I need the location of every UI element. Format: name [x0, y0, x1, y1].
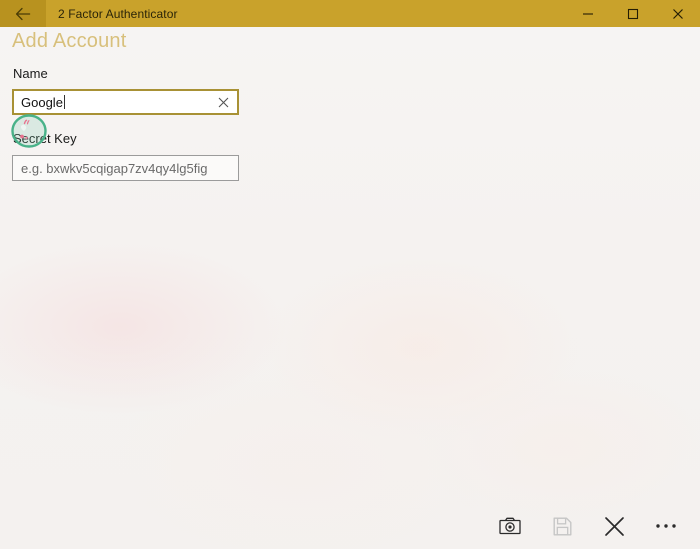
- secret-key-field-label: Secret Key: [13, 131, 77, 146]
- maximize-icon: [627, 8, 639, 20]
- page-content: Add Account Name Google Secret Key e.g. …: [0, 27, 700, 549]
- title-bar: 2 Factor Authenticator: [0, 0, 700, 27]
- scan-qr-camera-button[interactable]: [484, 506, 536, 546]
- close-button[interactable]: [655, 0, 700, 27]
- minimize-button[interactable]: [565, 0, 610, 27]
- window-title: 2 Factor Authenticator: [58, 6, 178, 21]
- window-controls: [565, 0, 700, 27]
- clear-name-button[interactable]: [210, 91, 236, 113]
- back-button[interactable]: [0, 0, 46, 27]
- app-window: 2 Factor Authenticator Add Account Name …: [0, 0, 700, 549]
- back-arrow-icon: [15, 7, 31, 21]
- secret-key-placeholder: e.g. bxwkv5cqigap7zv4qy4lg5fig: [21, 160, 208, 176]
- more-options-button[interactable]: [640, 506, 692, 546]
- minimize-icon: [582, 8, 594, 20]
- close-icon: [672, 8, 684, 20]
- camera-icon: [499, 517, 521, 535]
- ellipsis-icon: [655, 523, 677, 529]
- maximize-button[interactable]: [610, 0, 655, 27]
- name-input-value-wrap: Google: [14, 94, 210, 110]
- page-title: Add Account: [12, 30, 127, 52]
- command-bar: [0, 503, 700, 549]
- name-input[interactable]: Google: [12, 89, 239, 115]
- clear-x-icon: [218, 97, 229, 108]
- secret-key-input[interactable]: e.g. bxwkv5cqigap7zv4qy4lg5fig: [12, 155, 239, 181]
- name-input-value: Google: [21, 94, 63, 110]
- floppy-disk-save-icon: [553, 517, 572, 536]
- text-caret: [63, 94, 65, 109]
- title-bar-drag-region[interactable]: [178, 0, 565, 27]
- save-button[interactable]: [536, 506, 588, 546]
- cancel-button[interactable]: [588, 506, 640, 546]
- name-field-label: Name: [13, 66, 48, 81]
- close-x-icon: [604, 516, 625, 537]
